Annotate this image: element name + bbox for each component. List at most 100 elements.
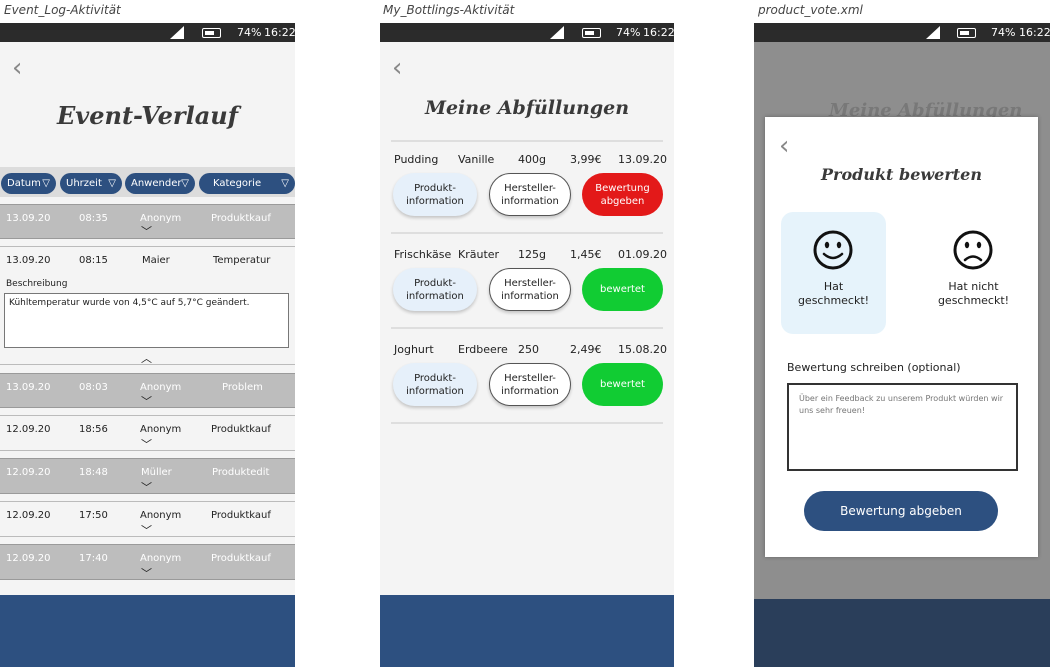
filter-date-button[interactable]: Datum ▽ (1, 173, 56, 194)
event-row[interactable]: 12.09.20 18:56 Anonym Produktkauf ﹀ (0, 415, 295, 451)
product-price: 2,49€ (570, 343, 602, 356)
event-time: 08:35 (79, 213, 108, 224)
divider (391, 327, 663, 329)
battery-level: 74% (616, 26, 641, 39)
filter-label: Uhrzeit (66, 178, 102, 189)
chevron-down-icon: ▽ (42, 178, 50, 189)
clock: 16:22 (1019, 26, 1050, 39)
event-date: 13.09.20 (6, 382, 51, 393)
product-flavor: Vanille (458, 153, 495, 166)
event-time: 08:03 (79, 382, 108, 393)
event-time: 18:48 (79, 467, 108, 478)
signal-icon (550, 26, 564, 39)
event-date: 13.09.20 (6, 255, 51, 266)
event-time: 08:15 (79, 255, 108, 266)
product-amount: 125g (518, 248, 546, 261)
event-user: Anonym (140, 424, 182, 435)
product-name: Pudding (394, 153, 439, 166)
event-row[interactable]: 12.09.20 18:48 Müller Produktedit ﹀ (0, 458, 295, 494)
product-name: Frischkäse (394, 248, 452, 261)
filter-label: Anwender (131, 178, 182, 189)
liked-label: Hat geschmeckt! (797, 280, 870, 307)
event-row[interactable]: 12.09.20 17:50 Anonym Produktkauf ﹀ (0, 501, 295, 537)
event-user: Anonym (140, 510, 182, 521)
chevron-down-icon[interactable]: ﹀ (141, 436, 152, 452)
event-category: Produktedit (212, 467, 270, 478)
product-flavor: Erdbeere (458, 343, 508, 356)
product-flavor: Kräuter (458, 248, 500, 261)
filter-user-button[interactable]: Anwender ▽ (125, 173, 195, 194)
bottom-bar (0, 595, 295, 667)
chevron-down-icon[interactable]: ﹀ (141, 479, 152, 495)
battery-icon (582, 28, 601, 38)
manufacturer-info-button[interactable]: Hersteller- information (489, 268, 571, 311)
bottling-item: Frischkäse Kräuter 125g 1,45€ 01.09.20 P… (391, 235, 667, 330)
event-date: 12.09.20 (6, 553, 51, 564)
description-box: Kühltemperatur wurde von 4,5°C auf 5,7°C… (4, 293, 289, 348)
event-time: 17:50 (79, 510, 108, 521)
signal-icon (926, 26, 940, 39)
smiley-happy-icon (813, 230, 853, 270)
event-user: Anonym (140, 553, 182, 564)
product-vote-screen: 74% 16:22 Meine Abfüllungen ‹ Produkt be… (754, 23, 1050, 667)
chevron-down-icon[interactable]: ﹀ (141, 522, 152, 538)
divider (391, 232, 663, 234)
manufacturer-info-button[interactable]: Hersteller- information (489, 173, 571, 216)
chevron-up-icon[interactable]: ︿ (141, 350, 152, 366)
clock: 16:22 (643, 26, 674, 39)
review-label: Bewertung schreiben (optional) (787, 361, 961, 374)
page-title: Meine Abfüllungen (424, 97, 630, 119)
submit-review-button[interactable]: Bewertung abgeben (804, 491, 998, 531)
chevron-down-icon: ▽ (108, 178, 116, 189)
product-info-button[interactable]: Produkt- information (393, 363, 477, 406)
caption-bottlings: My_Bottlings-Aktivität (383, 3, 515, 17)
chevron-down-icon[interactable]: ﹀ (141, 393, 152, 409)
divider (391, 422, 663, 424)
manufacturer-info-button[interactable]: Hersteller- information (489, 363, 571, 406)
filter-label: Kategorie (213, 178, 262, 189)
bottom-bar (380, 595, 674, 667)
product-price: 3,99€ (570, 153, 602, 166)
vote-dialog: ‹ Produkt bewerten Hat geschmeckt! Hat n… (765, 117, 1038, 557)
chevron-down-icon: ▽ (281, 178, 289, 189)
chevron-down-icon[interactable]: ﹀ (141, 223, 152, 239)
product-info-button[interactable]: Produkt- information (393, 268, 477, 311)
rate-button[interactable]: Bewertung abgeben (582, 173, 663, 216)
event-row[interactable]: 13.09.20 08:03 Anonym Problem ﹀ (0, 373, 295, 408)
rated-badge: bewertet (582, 268, 663, 311)
liked-option[interactable]: Hat geschmeckt! (781, 212, 886, 334)
disliked-option[interactable]: Hat nicht geschmeckt! (921, 212, 1026, 334)
event-user: Anonym (140, 382, 182, 393)
filter-category-button[interactable]: Kategorie ▽ (199, 173, 295, 194)
event-category: Temperatur (213, 255, 271, 266)
bottom-bar (754, 599, 1050, 667)
event-log-screen: 74% 16:22 ‹ Event-Verlauf Datum ▽ Uhrzeit… (0, 23, 295, 667)
filter-label: Datum (7, 178, 41, 189)
smiley-sad-icon (953, 230, 993, 270)
event-row[interactable]: 12.09.20 17:40 Anonym Produktkauf ﹀ (0, 544, 295, 580)
event-category: Produktkauf (211, 213, 271, 224)
product-price: 1,45€ (570, 248, 602, 261)
battery-level: 74% (991, 26, 1016, 39)
event-user: Maier (142, 255, 170, 266)
chevron-down-icon[interactable]: ﹀ (141, 565, 152, 581)
event-date: 12.09.20 (6, 424, 51, 435)
filter-time-button[interactable]: Uhrzeit ▽ (60, 173, 122, 194)
rated-badge: bewertet (582, 363, 663, 406)
event-date: 12.09.20 (6, 467, 51, 478)
product-amount: 250 (518, 343, 539, 356)
product-date: 15.08.20 (618, 343, 667, 356)
back-icon[interactable]: ‹ (779, 133, 789, 159)
event-row[interactable]: 13.09.20 08:35 Anonym Produktkauf ﹀ (0, 204, 295, 239)
status-bar: 74% 16:22 (380, 23, 674, 42)
status-bar: 74% 16:22 (0, 23, 295, 42)
back-icon[interactable]: ‹ (12, 55, 22, 81)
event-category: Problem (222, 382, 263, 393)
product-info-button[interactable]: Produkt- information (393, 173, 477, 216)
review-textarea[interactable] (787, 383, 1018, 471)
filter-bar: Datum ▽ Uhrzeit ▽ Anwender ▽ Kategorie ▽ (0, 167, 295, 197)
back-icon[interactable]: ‹ (392, 55, 402, 81)
disliked-label: Hat nicht geschmeckt! (937, 280, 1010, 307)
caption-event-log: Event_Log-Aktivität (4, 3, 121, 17)
page-title: Event-Verlauf (56, 101, 239, 130)
